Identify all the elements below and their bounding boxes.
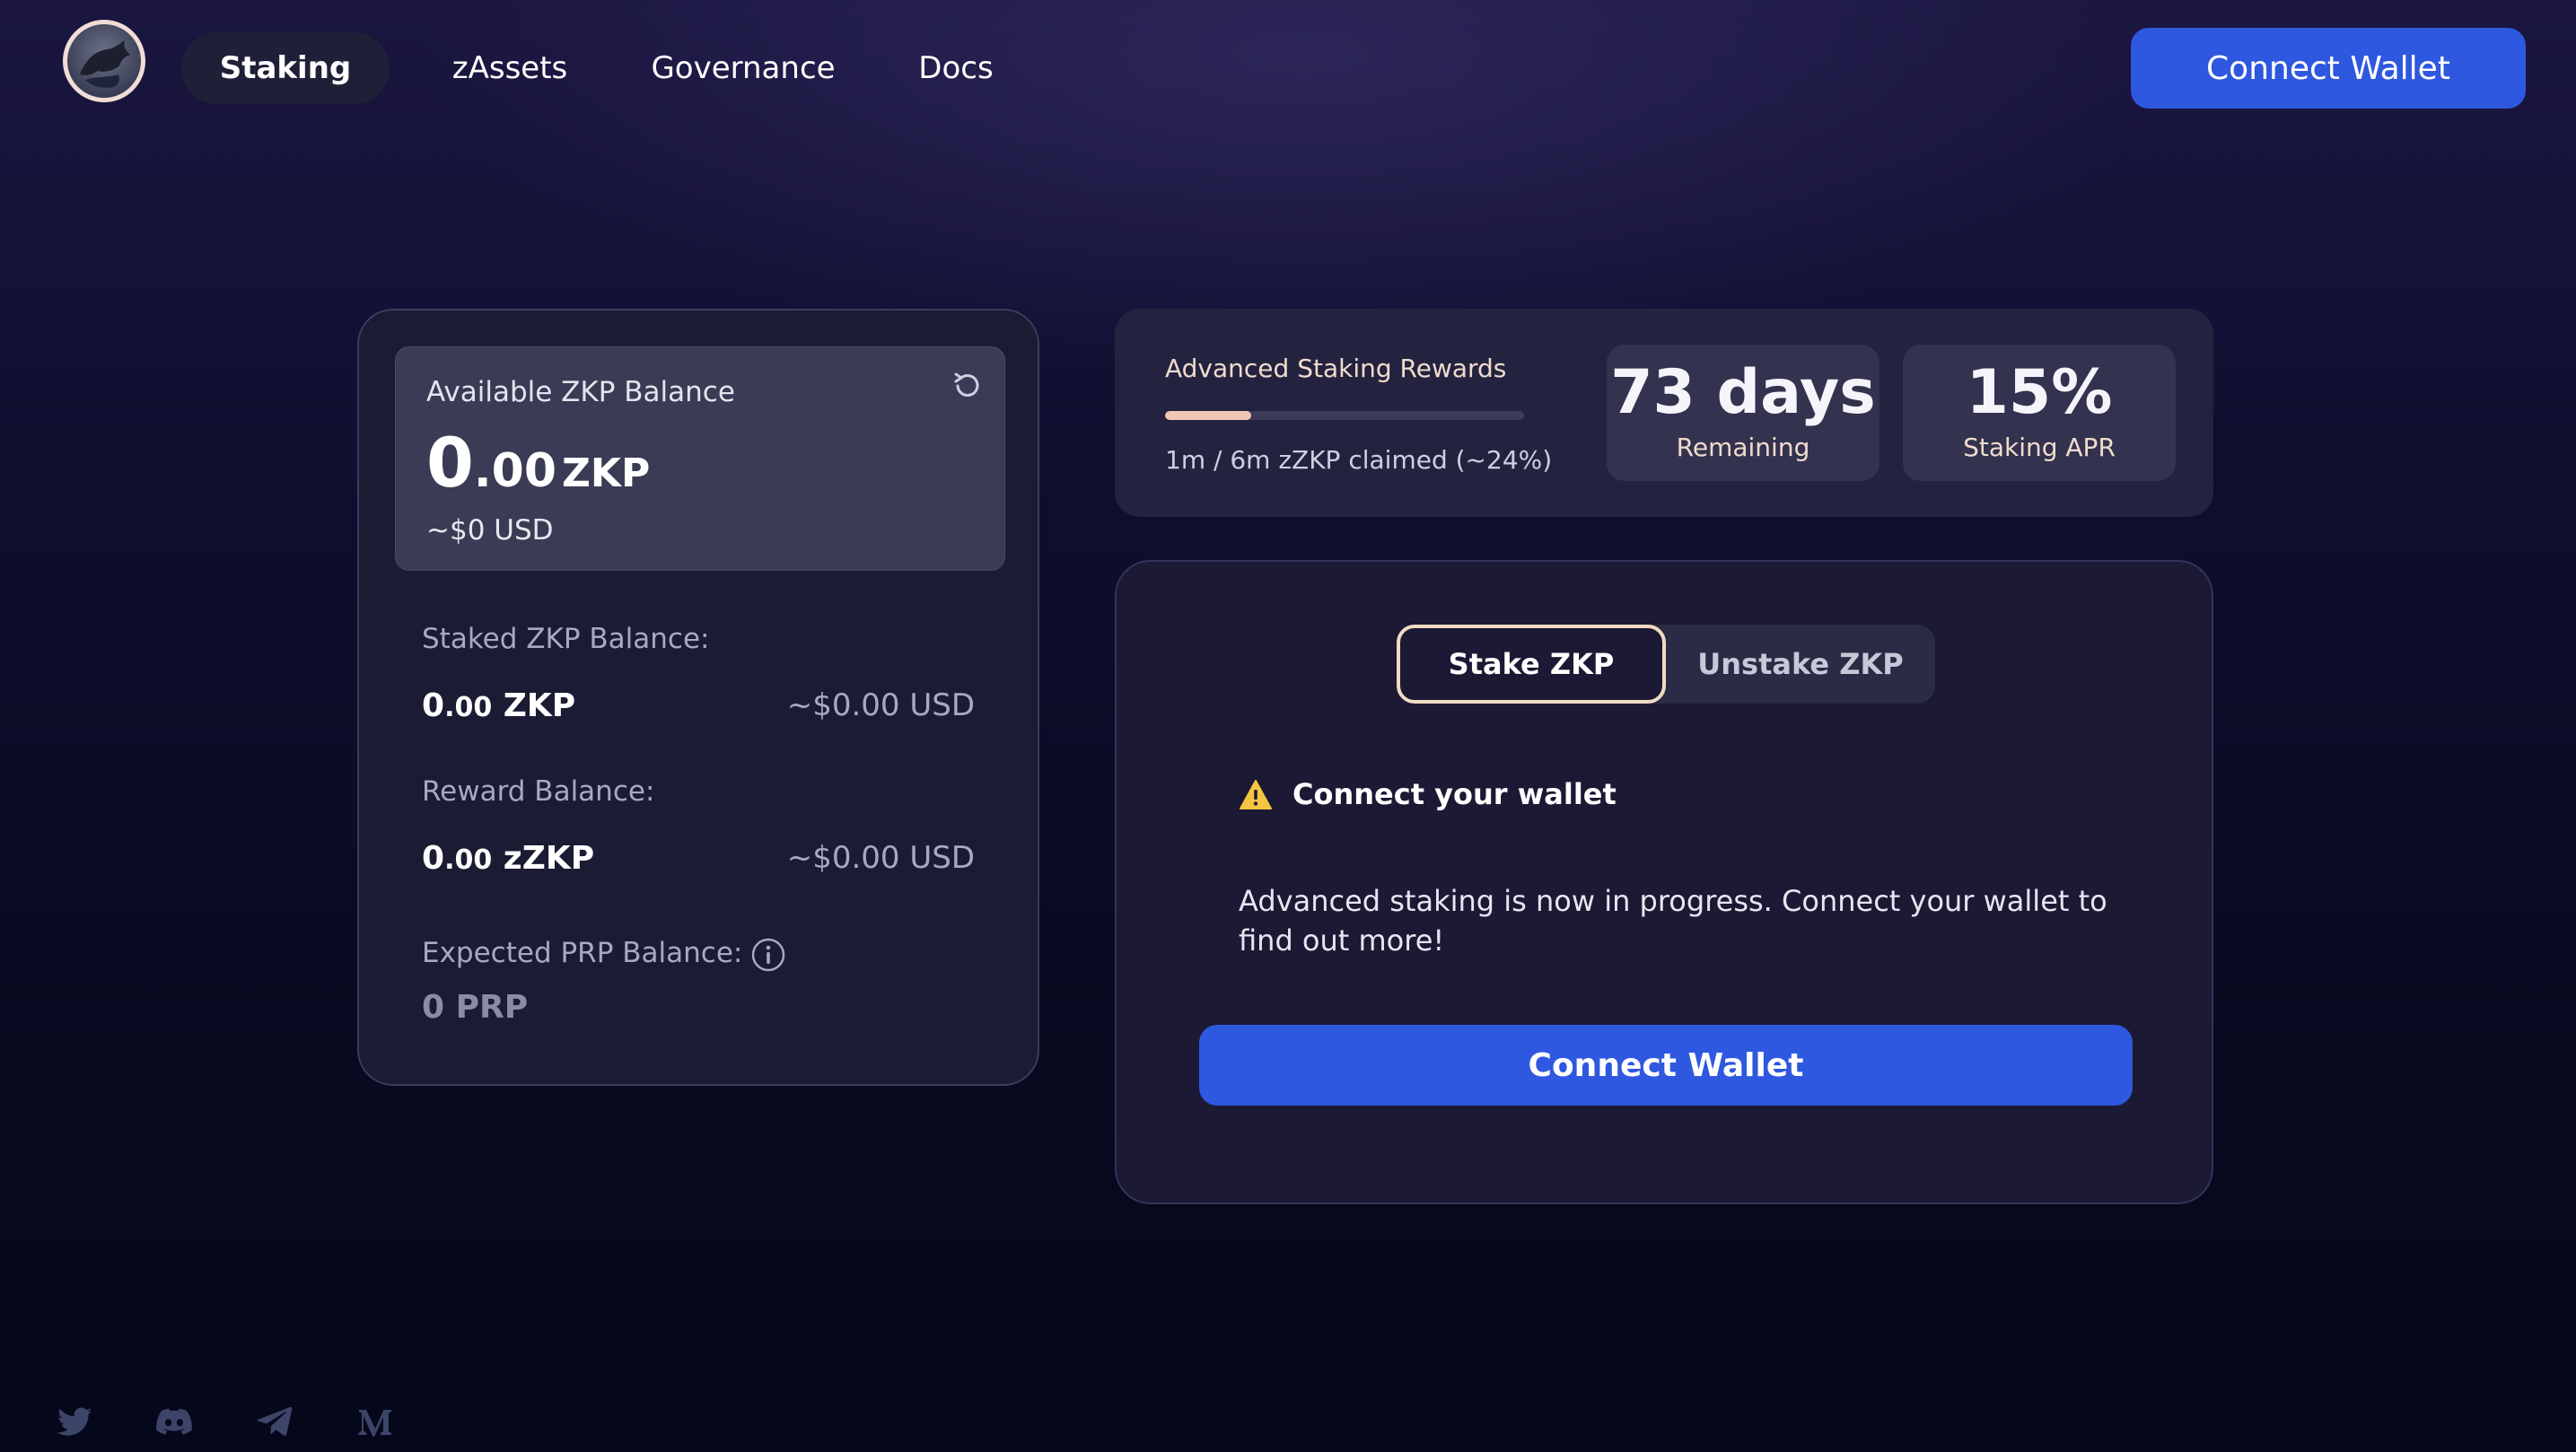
staked-balance-label: Staked ZKP Balance: [422, 623, 710, 655]
connect-wallet-button-header[interactable]: Connect Wallet [2131, 28, 2526, 109]
staking-apr-box: 15% Staking APR [1903, 345, 2176, 481]
staked-balance-value: 0.00 ZKP [422, 687, 575, 724]
refresh-icon[interactable] [949, 367, 986, 405]
twitter-icon[interactable] [56, 1402, 95, 1441]
stake-action-panel: Stake ZKP Unstake ZKP Connect your walle… [1115, 560, 2213, 1204]
rewards-progress-bar [1165, 411, 1524, 420]
available-balance-int: 0 [426, 423, 474, 503]
warning-text: Advanced staking is now in progress. Con… [1239, 884, 2107, 958]
top-nav: Staking zAssets Governance Docs Connect … [0, 0, 2576, 136]
rewards-claimed-text: 1m / 6m zZKP claimed (~24%) [1165, 445, 1553, 475]
nav-tab-staking[interactable]: Staking [181, 32, 390, 104]
expected-prp-value: 0 PRP [422, 989, 529, 1026]
available-balance-unit: ZKP [562, 450, 651, 496]
info-icon[interactable] [750, 937, 786, 973]
nav-tab-docs[interactable]: Docs [889, 32, 1023, 104]
panther-logo[interactable] [63, 20, 145, 102]
advanced-staking-rewards-panel: Advanced Staking Rewards 1m / 6m zZKP cl… [1115, 309, 2213, 517]
rewards-progress-fill [1165, 411, 1251, 420]
stake-unstake-tabs: Stake ZKP Unstake ZKP [1397, 625, 1935, 704]
nav-tab-zassets[interactable]: zAssets [422, 32, 598, 104]
nav-tab-governance[interactable]: Governance [628, 32, 858, 104]
tab-unstake-zkp[interactable]: Unstake ZKP [1666, 625, 1935, 704]
available-balance-box: Available ZKP Balance 0.00 ZKP ~$0 USD [395, 346, 1005, 571]
staked-balance-dec: .00 [444, 692, 493, 723]
panther-logo-icon [67, 24, 141, 98]
reward-balance-unit: zZKP [503, 840, 595, 877]
reward-balance-dec: .00 [444, 844, 493, 876]
available-balance-label: Available ZKP Balance [426, 376, 735, 408]
balance-card: Available ZKP Balance 0.00 ZKP ~$0 USD St… [357, 309, 1039, 1086]
expected-prp-label: Expected PRP Balance: [422, 937, 743, 969]
telegram-icon[interactable] [255, 1402, 294, 1441]
reward-balance-value: 0.00 zZKP [422, 840, 594, 877]
staked-balance-int: 0 [422, 687, 445, 724]
discord-icon[interactable] [154, 1402, 194, 1441]
available-balance-dec: .00 [473, 444, 557, 498]
reward-balance-label: Reward Balance: [422, 775, 655, 808]
days-remaining-label: Remaining [1676, 433, 1810, 462]
available-balance-usd: ~$0 USD [426, 514, 554, 547]
connect-wallet-button[interactable]: Connect Wallet [1199, 1025, 2133, 1106]
tab-stake-zkp[interactable]: Stake ZKP [1397, 625, 1666, 704]
staked-balance-usd: ~$0.00 USD [786, 687, 975, 723]
reward-balance-int: 0 [422, 840, 445, 877]
warning-title: Connect your wallet [1292, 777, 1617, 811]
staked-balance-unit: ZKP [503, 687, 576, 724]
days-remaining-box: 73 days Remaining [1607, 345, 1879, 481]
days-remaining-value: 73 days [1610, 357, 1876, 428]
staking-apr-label: Staking APR [1963, 433, 2116, 462]
medium-icon[interactable] [355, 1402, 395, 1441]
staking-apr-value: 15% [1966, 357, 2113, 428]
warning-icon [1240, 780, 1272, 809]
reward-balance-usd: ~$0.00 USD [786, 840, 975, 876]
available-balance-value: 0.00 ZKP [426, 423, 650, 503]
rewards-title: Advanced Staking Rewards [1165, 354, 1507, 383]
